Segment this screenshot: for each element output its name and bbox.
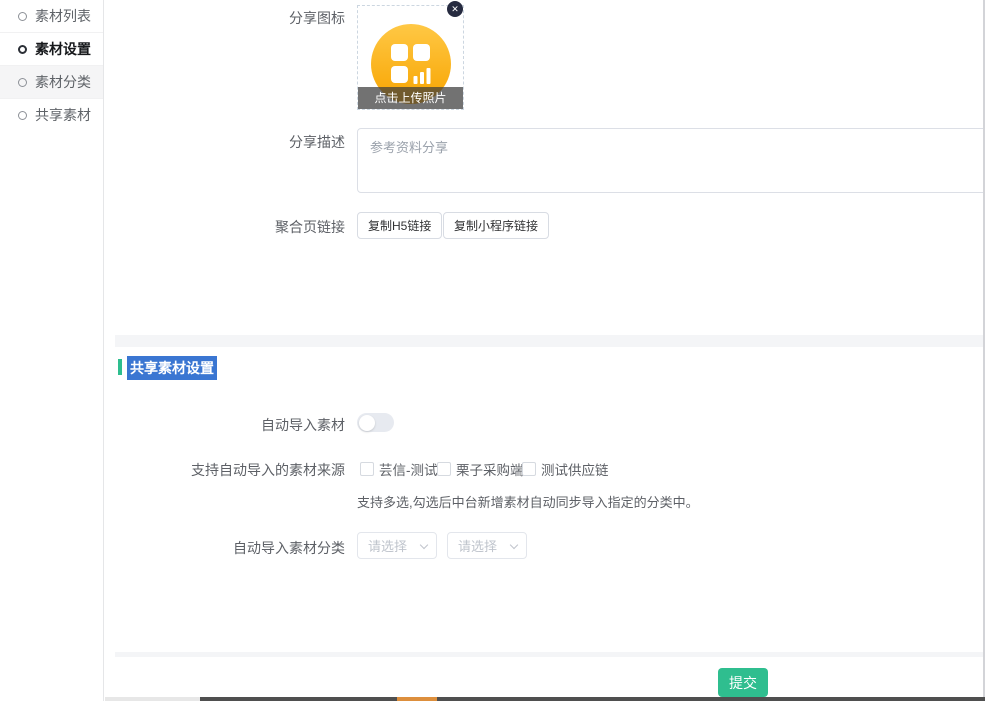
radio-circle-icon	[18, 111, 27, 120]
source-checkbox-yunxin-test[interactable]: 芸信-测试	[360, 459, 438, 479]
radio-circle-icon	[18, 78, 27, 87]
bottom-strip-orange	[397, 697, 437, 701]
share-description-input[interactable]: 参考资料分享	[357, 128, 985, 193]
chevron-down-icon	[510, 541, 518, 549]
sidebar-item-material-list[interactable]: 素材列表	[0, 0, 103, 33]
checkbox-icon	[437, 462, 451, 476]
source-checkbox-lizi-procurement[interactable]: 栗子采购端	[437, 459, 524, 479]
import-source-hint: 支持多选,勾选后中台新增素材自动同步导入指定的分类中。	[357, 492, 699, 511]
checkbox-label: 芸信-测试	[379, 459, 438, 479]
toggle-knob	[359, 415, 375, 431]
upload-photo-caption: 点击上传照片	[358, 87, 463, 109]
checkbox-icon	[522, 462, 536, 476]
share-icon-uploader[interactable]: ✕ 点击上传照片	[357, 5, 464, 110]
sidebar: 素材列表 素材设置 素材分类 共享素材	[0, 0, 104, 701]
checkbox-label: 测试供应链	[541, 459, 609, 479]
sidebar-item-label: 共享素材	[35, 99, 91, 132]
close-icon[interactable]: ✕	[447, 1, 463, 17]
submit-button[interactable]: 提交	[718, 668, 768, 697]
auto-import-toggle[interactable]	[357, 413, 394, 432]
footer-divider	[115, 652, 985, 657]
radio-circle-icon	[18, 45, 27, 54]
category-select-level2[interactable]: 请选择	[447, 532, 527, 559]
section-title-shared-material-settings: 共享素材设置	[127, 356, 217, 380]
copy-h5-link-button[interactable]: 复制H5链接	[357, 212, 442, 239]
radio-circle-icon	[18, 12, 27, 21]
bottom-scroll-strip	[0, 697, 985, 701]
sidebar-item-shared-material[interactable]: 共享素材	[0, 99, 103, 132]
section-accent-bar	[118, 359, 122, 375]
bottom-strip-dark	[200, 697, 985, 701]
sidebar-item-material-settings[interactable]: 素材设置	[0, 33, 103, 66]
material-settings-page: 素材列表 素材设置 素材分类 共享素材 分享图标 ✕	[0, 0, 985, 701]
bottom-strip-light	[105, 697, 200, 701]
select-placeholder: 请选择	[368, 536, 407, 555]
sidebar-item-label: 素材列表	[35, 0, 91, 33]
checkbox-icon	[360, 462, 374, 476]
sidebar-item-label: 素材设置	[35, 33, 91, 66]
section-divider	[115, 335, 985, 347]
copy-miniprogram-link-button[interactable]: 复制小程序链接	[443, 212, 549, 239]
source-checkbox-test-supply-chain[interactable]: 测试供应链	[522, 459, 609, 479]
category-select-level1[interactable]: 请选择	[357, 532, 437, 559]
checkbox-label: 栗子采购端	[456, 459, 524, 479]
select-placeholder: 请选择	[458, 536, 497, 555]
sidebar-item-label: 素材分类	[35, 66, 91, 99]
chevron-down-icon	[420, 541, 428, 549]
sidebar-item-material-category[interactable]: 素材分类	[0, 66, 103, 99]
